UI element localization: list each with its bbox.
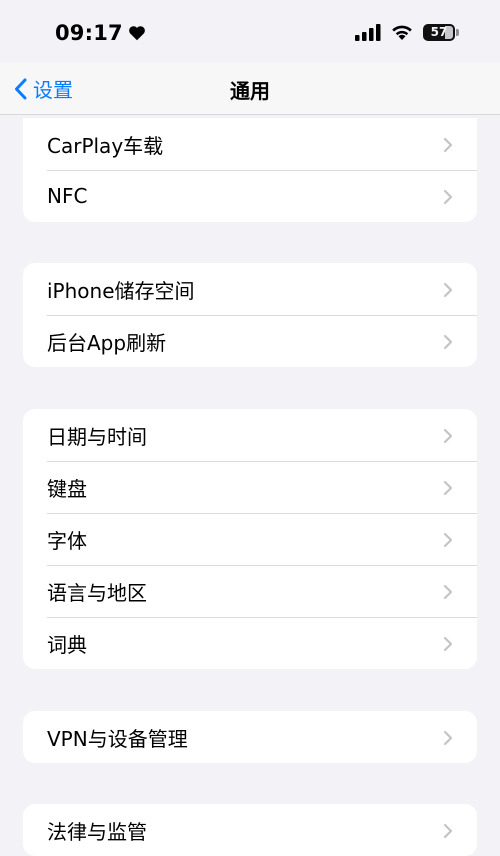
settings-group-4: VPN与设备管理 xyxy=(23,711,477,763)
chevron-right-icon xyxy=(443,189,453,205)
list-item-background-app-refresh[interactable]: 后台App刷新 xyxy=(23,315,477,367)
list-item-label: NFC xyxy=(47,184,88,208)
list-item-label: 键盘 xyxy=(47,476,87,501)
wifi-icon xyxy=(392,25,412,40)
list-item-iphone-storage[interactable]: iPhone储存空间 xyxy=(23,263,477,315)
page-title: 通用 xyxy=(230,79,270,103)
time-label: 09:17 xyxy=(55,21,123,45)
list-item-nfc[interactable]: NFC xyxy=(23,170,477,222)
chevron-right-icon xyxy=(443,480,453,496)
chevron-right-icon xyxy=(443,584,453,600)
status-bar: 09:17 57 xyxy=(0,0,500,62)
chevron-right-icon xyxy=(443,334,453,350)
list-item-label: 日期与时间 xyxy=(47,424,147,449)
list-item-label: 语言与地区 xyxy=(47,580,147,605)
list-item-label: 法律与监管 xyxy=(47,819,147,844)
list-item-legal-regulatory[interactable]: 法律与监管 xyxy=(23,804,477,856)
list-item-label: VPN与设备管理 xyxy=(47,726,188,751)
status-time: 09:17 xyxy=(55,21,146,45)
list-item-fonts[interactable]: 字体 xyxy=(23,513,477,565)
list-item-vpn-device-management[interactable]: VPN与设备管理 xyxy=(23,711,477,763)
chevron-right-icon xyxy=(443,823,453,839)
list-item-keyboard[interactable]: 键盘 xyxy=(23,461,477,513)
list-item-label: CarPlay车载 xyxy=(47,133,164,158)
settings-group-3: 日期与时间 键盘 字体 语言与地区 词典 xyxy=(23,409,477,669)
cellular-signal-icon xyxy=(355,23,381,41)
status-icons: 57 xyxy=(355,23,459,41)
chevron-right-icon xyxy=(443,282,453,298)
list-item-dictionary[interactable]: 词典 xyxy=(23,617,477,669)
chevron-right-icon xyxy=(443,137,453,153)
list-item-date-time[interactable]: 日期与时间 xyxy=(23,409,477,461)
list-item-label: iPhone储存空间 xyxy=(47,278,195,303)
list-item-language-region[interactable]: 语言与地区 xyxy=(23,565,477,617)
list-item-label: 后台App刷新 xyxy=(47,330,167,355)
settings-group-1: CarPlay车载 NFC xyxy=(23,118,477,222)
settings-group-2: iPhone储存空间 后台App刷新 xyxy=(23,263,477,367)
chevron-right-icon xyxy=(443,636,453,652)
chevron-right-icon xyxy=(443,532,453,548)
list-item-carplay[interactable]: CarPlay车载 xyxy=(23,118,477,170)
chevron-right-icon xyxy=(443,428,453,444)
heart-icon xyxy=(129,26,145,41)
settings-group-5: 法律与监管 xyxy=(23,804,477,856)
chevron-right-icon xyxy=(443,730,453,746)
battery-level: 57 xyxy=(430,25,448,39)
battery-icon: 57 xyxy=(423,23,459,41)
navigation-bar: 设置 通用 xyxy=(0,62,500,115)
list-item-label: 字体 xyxy=(47,528,87,553)
list-item-label: 词典 xyxy=(47,632,87,657)
